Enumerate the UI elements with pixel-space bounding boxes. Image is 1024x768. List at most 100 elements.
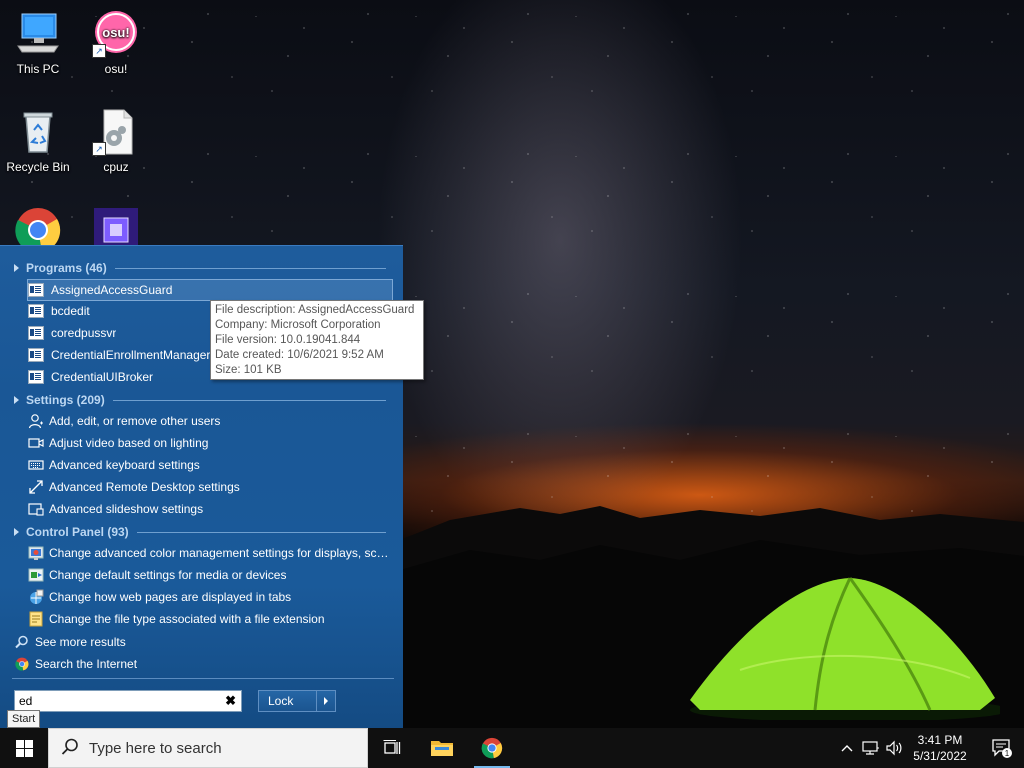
item-label: Advanced slideshow settings bbox=[49, 502, 204, 516]
item-label: coredpussvr bbox=[51, 326, 117, 340]
exe-icon bbox=[28, 283, 44, 297]
cpuz-file-icon: ↗ bbox=[92, 108, 140, 156]
search-internet-label: Search the Internet bbox=[35, 657, 138, 671]
settings-item-slideshow[interactable]: Advanced slideshow settings bbox=[28, 499, 390, 519]
network-tray-button[interactable] bbox=[860, 728, 882, 768]
file-explorer-button[interactable] bbox=[418, 728, 466, 768]
control-panel-item-autoplay[interactable]: Change default settings for media or dev… bbox=[28, 565, 390, 585]
chevron-up-icon bbox=[841, 745, 853, 752]
expand-arrow-icon bbox=[14, 396, 19, 404]
keyboard-icon bbox=[28, 457, 44, 473]
color-management-icon bbox=[28, 545, 44, 561]
expand-arrow-icon bbox=[14, 528, 19, 536]
slideshow-icon bbox=[28, 501, 44, 517]
search-internet-link[interactable]: Search the Internet bbox=[14, 655, 137, 673]
recycle-bin-icon bbox=[14, 108, 62, 156]
desktop-icon-label: osu! bbox=[104, 62, 128, 76]
group-divider bbox=[112, 399, 386, 401]
search-icon bbox=[61, 738, 79, 759]
group-title: Settings (209) bbox=[26, 393, 105, 407]
search-icon bbox=[14, 634, 30, 650]
tooltip-version: File version: 10.0.19041.844 bbox=[215, 334, 361, 346]
this-pc-icon bbox=[14, 10, 62, 58]
settings-item-video-lighting[interactable]: Adjust video based on lighting bbox=[28, 433, 390, 453]
chrome-taskbar-button[interactable] bbox=[468, 728, 516, 768]
control-panel-item-file-type[interactable]: Change the file type associated with a f… bbox=[28, 609, 390, 629]
action-center-button[interactable]: 1 bbox=[980, 728, 1024, 768]
task-view-icon bbox=[383, 740, 401, 754]
group-control-panel[interactable]: Control Panel (93) bbox=[14, 523, 386, 541]
shortcut-arrow-icon: ↗ bbox=[92, 44, 106, 58]
control-panel-item-color-management[interactable]: Change advanced color management setting… bbox=[28, 543, 390, 563]
chrome-icon bbox=[14, 656, 30, 672]
desktop-icon-cpuz[interactable]: ↗ cpuz bbox=[78, 108, 154, 174]
desktop-icon-this-pc[interactable]: This PC bbox=[0, 10, 76, 76]
item-label: Advanced Remote Desktop settings bbox=[49, 480, 240, 494]
group-title: Programs (46) bbox=[26, 261, 107, 275]
desktop-icon-osu[interactable]: osu! ↗ osu! bbox=[78, 10, 154, 76]
item-label: Change default settings for media or dev… bbox=[49, 568, 287, 582]
exe-icon bbox=[28, 326, 44, 340]
taskbar-search-placeholder: Type here to search bbox=[89, 739, 222, 757]
item-label: AssignedAccessGuard bbox=[51, 283, 173, 297]
footer-divider bbox=[12, 678, 394, 679]
network-icon bbox=[862, 741, 879, 755]
item-label: Add, edit, or remove other users bbox=[49, 414, 221, 428]
exe-icon bbox=[28, 304, 44, 318]
control-panel-item-tabs[interactable]: Change how web pages are displayed in ta… bbox=[28, 587, 390, 607]
start-search-input[interactable] bbox=[19, 692, 215, 710]
item-label: Advanced keyboard settings bbox=[49, 458, 200, 472]
group-divider bbox=[114, 267, 386, 269]
lock-label: Lock bbox=[268, 694, 294, 708]
chrome-icon bbox=[481, 737, 503, 759]
tooltip-description: File description: AssignedAccessGuard bbox=[215, 304, 415, 316]
notification-icon: 1 bbox=[992, 739, 1012, 758]
taskbar-search-box[interactable]: Type here to search bbox=[48, 728, 368, 768]
see-more-label: See more results bbox=[35, 635, 126, 649]
clock[interactable]: 3:41 PM 5/31/2022 bbox=[906, 728, 974, 768]
item-label: CredentialEnrollmentManager bbox=[51, 348, 211, 362]
see-more-results-link[interactable]: See more results bbox=[14, 633, 126, 651]
settings-item-other-users[interactable]: Add, edit, or remove other users bbox=[28, 411, 390, 431]
volume-tray-button[interactable] bbox=[884, 728, 906, 768]
tooltip-company: Company: Microsoft Corporation bbox=[215, 319, 381, 331]
windows-logo-icon bbox=[15, 739, 33, 757]
shortcut-arrow-icon: ↗ bbox=[92, 142, 106, 156]
show-hidden-icons-button[interactable] bbox=[836, 728, 858, 768]
exe-icon bbox=[28, 348, 44, 362]
expand-arrow-icon bbox=[14, 264, 19, 272]
start-search-box[interactable]: ✖ bbox=[14, 690, 242, 712]
desktop-icon-label: cpuz bbox=[103, 160, 129, 174]
autoplay-icon bbox=[28, 567, 44, 583]
group-settings[interactable]: Settings (209) bbox=[14, 391, 386, 409]
item-label: Change the file type associated with a f… bbox=[49, 612, 325, 626]
svg-text:osu!: osu! bbox=[102, 25, 129, 40]
group-title: Control Panel (93) bbox=[26, 525, 129, 539]
internet-options-icon bbox=[28, 589, 44, 605]
group-programs[interactable]: Programs (46) bbox=[14, 259, 386, 277]
person-icon bbox=[28, 413, 44, 429]
lock-button[interactable]: Lock bbox=[258, 690, 336, 712]
desktop-icon-recycle-bin[interactable]: Recycle Bin bbox=[0, 108, 76, 174]
group-divider bbox=[136, 531, 386, 533]
clear-search-icon[interactable]: ✖ bbox=[225, 693, 236, 709]
osu-icon: osu! ↗ bbox=[92, 10, 140, 58]
taskbar: Type here to search 3:41 PM 5/31/2022 1 bbox=[0, 728, 1024, 768]
clock-date: 5/31/2022 bbox=[913, 749, 967, 763]
settings-item-keyboard[interactable]: Advanced keyboard settings bbox=[28, 455, 390, 475]
remote-desktop-icon bbox=[28, 479, 44, 495]
start-button[interactable] bbox=[0, 728, 48, 768]
tooltip-size: Size: 101 KB bbox=[215, 364, 282, 376]
power-options-arrow-icon[interactable] bbox=[316, 691, 335, 711]
item-label: Adjust video based on lighting bbox=[49, 436, 209, 450]
program-item-assignedaccessguard[interactable]: AssignedAccessGuard bbox=[27, 279, 393, 301]
task-view-button[interactable] bbox=[368, 728, 416, 768]
clock-time: 3:41 PM bbox=[917, 733, 963, 747]
default-programs-icon bbox=[28, 611, 44, 627]
desktop-icon-label: This PC bbox=[16, 62, 60, 76]
start-tooltip: Start bbox=[7, 710, 41, 728]
speaker-icon bbox=[886, 740, 902, 756]
item-label: Change how web pages are displayed in ta… bbox=[49, 590, 292, 604]
item-label: CredentialUIBroker bbox=[51, 370, 154, 384]
settings-item-remote-desktop[interactable]: Advanced Remote Desktop settings bbox=[28, 477, 390, 497]
